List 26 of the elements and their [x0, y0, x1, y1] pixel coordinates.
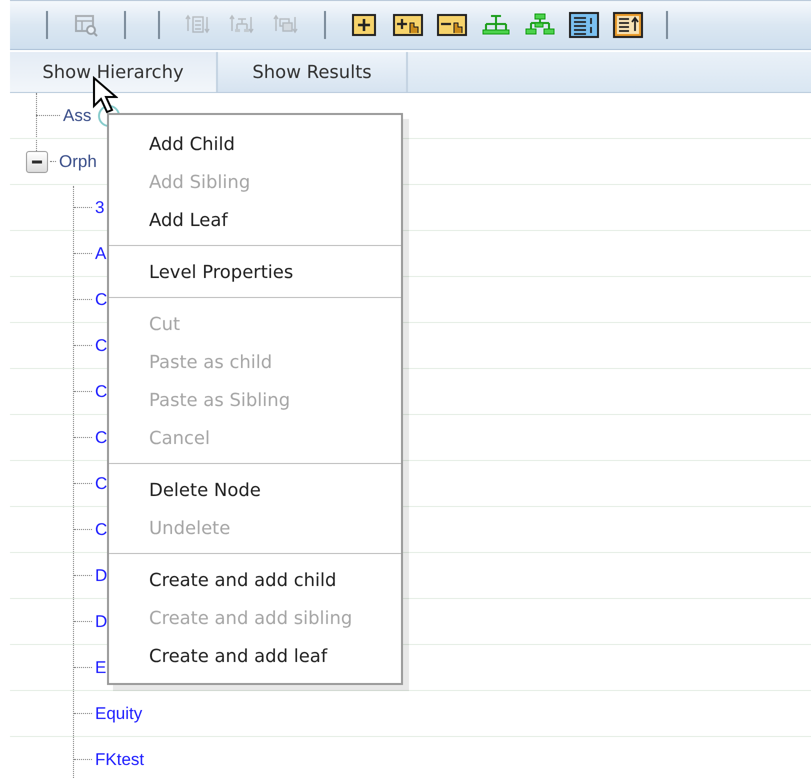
menu-item[interactable]: Create and add child — [109, 561, 401, 599]
tree-node-label[interactable]: E — [95, 658, 106, 678]
tree-node-label[interactable]: FKtest — [95, 750, 144, 770]
list-icon[interactable] — [566, 9, 602, 41]
tree-node-label[interactable]: C — [95, 474, 108, 494]
tree-node-label[interactable]: Ass — [63, 106, 92, 126]
menu-item[interactable]: Add Child — [109, 125, 401, 163]
tab[interactable]: Show Hierarchy — [10, 52, 218, 92]
tree-node-label[interactable]: C — [95, 520, 108, 540]
collapse-icon[interactable] — [26, 150, 48, 172]
tree-node-label[interactable]: C — [95, 382, 108, 402]
tree-node-label[interactable]: D — [95, 612, 108, 632]
tree-node-label[interactable]: C — [95, 290, 108, 310]
tree-node-label[interactable]: C — [95, 336, 108, 356]
tree-node-label[interactable]: Equity — [95, 704, 142, 724]
menu-item[interactable]: Add Leaf — [109, 201, 401, 239]
tree-node-label[interactable]: Orph — [59, 152, 97, 172]
menu-item[interactable]: Level Properties — [109, 253, 401, 291]
tree-node-label[interactable]: 3 — [95, 198, 104, 218]
tree-node-label[interactable]: C — [95, 428, 108, 448]
tree-node-label[interactable]: A — [95, 244, 106, 264]
menu-item[interactable]: Create and add leaf — [109, 637, 401, 675]
tree-node-label[interactable]: D — [95, 566, 108, 586]
sort-list-icon[interactable] — [610, 9, 646, 41]
tab[interactable]: Show Results — [218, 52, 408, 92]
menu-item[interactable]: Delete Node — [109, 471, 401, 509]
